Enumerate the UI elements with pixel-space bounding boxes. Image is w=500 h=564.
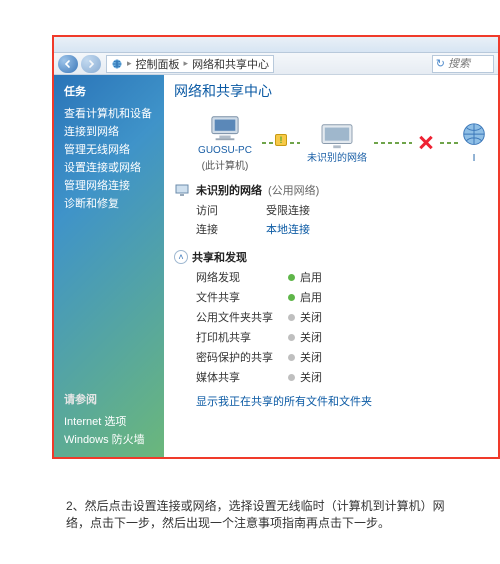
control-panel-window: ▸ 控制面板 ▸ 网络和共享中心 ↻ 任务 查看计算机和设备 连接到网络 管理无… <box>52 35 500 459</box>
setting-state: 关闭 <box>300 309 322 325</box>
share-section-toggle[interactable]: ˄ 共享和发现 <box>174 249 498 265</box>
share-setting-row[interactable]: 打印机共享关闭 <box>196 329 498 345</box>
map-link <box>440 142 458 144</box>
search-box[interactable]: ↻ <box>432 55 494 73</box>
warning-icon: ! <box>275 134 287 146</box>
status-dot-icon <box>288 294 295 301</box>
status-dot-icon <box>288 274 295 281</box>
breadcrumb-item[interactable]: 网络和共享中心 <box>192 56 269 72</box>
nav-toolbar: ▸ 控制面板 ▸ 网络和共享中心 ↻ <box>54 53 498 75</box>
status-dot-icon <box>288 374 295 381</box>
sidebar-item[interactable]: 管理网络连接 <box>64 177 154 195</box>
setting-state: 关闭 <box>300 329 322 345</box>
setting-state: 启用 <box>300 289 322 305</box>
setting-name: 媒体共享 <box>196 369 288 385</box>
map-node-unknown-network[interactable]: 未识别的网络 <box>306 121 368 165</box>
task-sidebar: 任务 查看计算机和设备 连接到网络 管理无线网络 设置连接或网络 管理网络连接 … <box>54 75 164 457</box>
chevron-up-icon: ˄ <box>174 250 188 264</box>
show-shared-files-link[interactable]: 显示我正在共享的所有文件和文件夹 <box>196 393 498 409</box>
setting-state: 启用 <box>300 269 322 285</box>
setting-name: 网络发现 <box>196 269 288 285</box>
monitor-icon <box>318 121 356 151</box>
share-settings-list: 网络发现启用文件共享启用公用文件夹共享关闭打印机共享关闭密码保护的共享关闭媒体共… <box>196 269 498 385</box>
disconnected-icon <box>418 135 434 151</box>
back-button[interactable] <box>58 55 78 73</box>
sidebar-item[interactable]: 设置连接或网络 <box>64 159 154 177</box>
share-setting-row[interactable]: 网络发现启用 <box>196 269 498 285</box>
map-link-warning: ! <box>262 142 300 144</box>
computer-icon <box>206 113 244 143</box>
see-also-header: 请参阅 <box>64 391 154 407</box>
status-row: 连接 本地连接 <box>196 221 498 237</box>
globe-icon <box>455 121 493 151</box>
unknown-network-section: 未识别的网络 (公用网络) <box>174 182 498 198</box>
sidebar-item[interactable]: 连接到网络 <box>64 123 154 141</box>
setting-state: 关闭 <box>300 349 322 365</box>
chevron-right-icon: ▸ <box>127 58 132 69</box>
breadcrumb-item[interactable]: 控制面板 <box>136 56 180 72</box>
share-setting-row[interactable]: 密码保护的共享关闭 <box>196 349 498 365</box>
status-row: 访问 受限连接 <box>196 202 498 218</box>
forward-button[interactable] <box>81 55 101 73</box>
setting-name: 密码保护的共享 <box>196 349 288 365</box>
share-setting-row[interactable]: 媒体共享关闭 <box>196 369 498 385</box>
sidebar-header: 任务 <box>64 83 154 99</box>
instruction-caption: 2、然后点击设置连接或网络，选择设置无线临时（计算机到计算机）网络，点击下一步，… <box>66 498 446 532</box>
sidebar-item[interactable]: 管理无线网络 <box>64 141 154 159</box>
setting-name: 公用文件夹共享 <box>196 309 288 325</box>
main-content: 网络和共享中心 GUOSU-PC (此计算机) ! 未识别的网络 <box>164 75 498 457</box>
status-dot-icon <box>288 314 295 321</box>
sidebar-item[interactable]: 查看计算机和设备 <box>64 105 154 123</box>
share-setting-row[interactable]: 公用文件夹共享关闭 <box>196 309 498 325</box>
map-node-internet[interactable]: I <box>464 121 484 165</box>
breadcrumb[interactable]: ▸ 控制面板 ▸ 网络和共享中心 <box>106 55 274 73</box>
search-input[interactable] <box>448 58 490 70</box>
map-link <box>374 142 412 144</box>
status-dot-icon <box>288 354 295 361</box>
chevron-right-icon: ▸ <box>184 58 189 69</box>
sidebar-item[interactable]: 诊断和修复 <box>64 195 154 213</box>
setting-name: 打印机共享 <box>196 329 288 345</box>
network-icon <box>111 58 123 70</box>
window-titlebar <box>54 37 498 53</box>
setting-state: 关闭 <box>300 369 322 385</box>
network-status-icon <box>174 182 190 198</box>
sidebar-seealso-item[interactable]: Internet 选项 <box>64 413 154 431</box>
map-node-this-pc[interactable]: GUOSU-PC (此计算机) <box>194 113 256 172</box>
page-title: 网络和共享中心 <box>174 81 498 101</box>
sidebar-seealso-item[interactable]: Windows 防火墙 <box>64 431 154 449</box>
network-map: GUOSU-PC (此计算机) ! 未识别的网络 I <box>194 113 498 172</box>
share-setting-row[interactable]: 文件共享启用 <box>196 289 498 305</box>
status-dot-icon <box>288 334 295 341</box>
refresh-icon[interactable]: ↻ <box>436 57 445 70</box>
setting-name: 文件共享 <box>196 289 288 305</box>
